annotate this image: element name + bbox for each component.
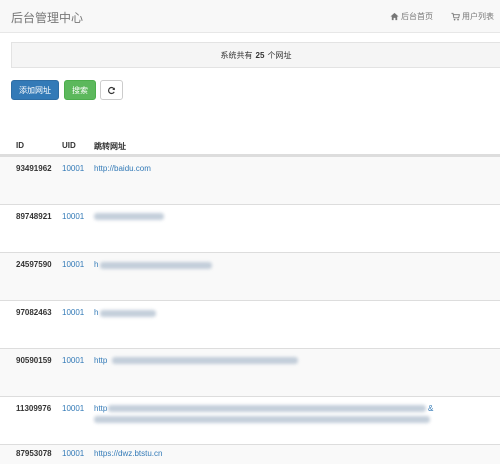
home-icon — [390, 12, 399, 21]
row-uid[interactable]: 10001 — [62, 212, 84, 221]
redacted-url — [100, 310, 156, 317]
nav-users-link[interactable]: 用户列表 — [451, 11, 494, 22]
row-url[interactable]: https://dwz.btstu.cn — [94, 449, 162, 458]
row-url[interactable]: h — [94, 260, 98, 269]
cart-icon — [451, 12, 460, 21]
row-uid[interactable]: 10001 — [62, 308, 84, 317]
row-uid[interactable]: 10001 — [62, 449, 84, 458]
row-id: 24597590 — [16, 260, 52, 269]
row-url[interactable]: h — [94, 308, 98, 317]
row-uid[interactable]: 10001 — [62, 260, 84, 269]
table-row: 90590159 10001 http — [0, 348, 500, 396]
row-id: 93491962 — [16, 164, 52, 173]
summary-prefix: 系统共有 — [220, 50, 253, 60]
brand-title[interactable]: 后台管理中心 — [11, 9, 83, 26]
table-row: 97082463 10001 h — [0, 300, 500, 348]
redacted-url — [112, 357, 298, 364]
table-row: 11309976 10001 http & — [0, 396, 500, 444]
refresh-button[interactable] — [100, 80, 123, 100]
table-header: ID UID 跳转网址 — [0, 136, 500, 156]
table-row: 24597590 10001 h — [0, 252, 500, 300]
navbar: 后台管理中心 后台首页 用户列表 — [0, 0, 500, 33]
row-uid[interactable]: 10001 — [62, 356, 84, 365]
summary-count: 25 — [255, 50, 265, 60]
row-id: 89748921 — [16, 212, 52, 221]
redacted-url — [94, 213, 164, 220]
search-button[interactable]: 搜索 — [64, 80, 96, 100]
redacted-url — [100, 262, 212, 269]
row-uid[interactable]: 10001 — [62, 404, 84, 413]
table-row: 87953078 10001 https://dwz.btstu.cn — [0, 444, 500, 464]
header-uid: UID — [62, 141, 76, 150]
summary-bar: 系统共有 25 个网址 — [11, 42, 500, 68]
row-id: 87953078 — [16, 449, 52, 458]
row-id: 97082463 — [16, 308, 52, 317]
redacted-url — [108, 405, 426, 412]
nav-home-link[interactable]: 后台首页 — [390, 11, 433, 22]
row-url[interactable]: http — [94, 404, 107, 413]
header-id: ID — [16, 141, 24, 150]
add-url-button[interactable]: 添加网址 — [11, 80, 59, 100]
nav-home-label: 后台首页 — [401, 12, 433, 21]
nav-users-label: 用户列表 — [462, 12, 494, 21]
table-row: 93491962 10001 http://baidu.com — [0, 156, 500, 204]
row-url[interactable]: http://baidu.com — [94, 164, 151, 173]
row-uid[interactable]: 10001 — [62, 164, 84, 173]
header-url: 跳转网址 — [94, 142, 126, 151]
refresh-icon — [108, 86, 115, 94]
row-id: 90590159 — [16, 356, 52, 365]
row-id: 11309976 — [16, 404, 52, 413]
row-url-tail: & — [428, 404, 434, 413]
summary-suffix: 个网址 — [267, 50, 292, 60]
table-row: 89748921 10001 — [0, 204, 500, 252]
row-url[interactable]: http — [94, 356, 107, 365]
redacted-url-line2 — [94, 416, 430, 423]
